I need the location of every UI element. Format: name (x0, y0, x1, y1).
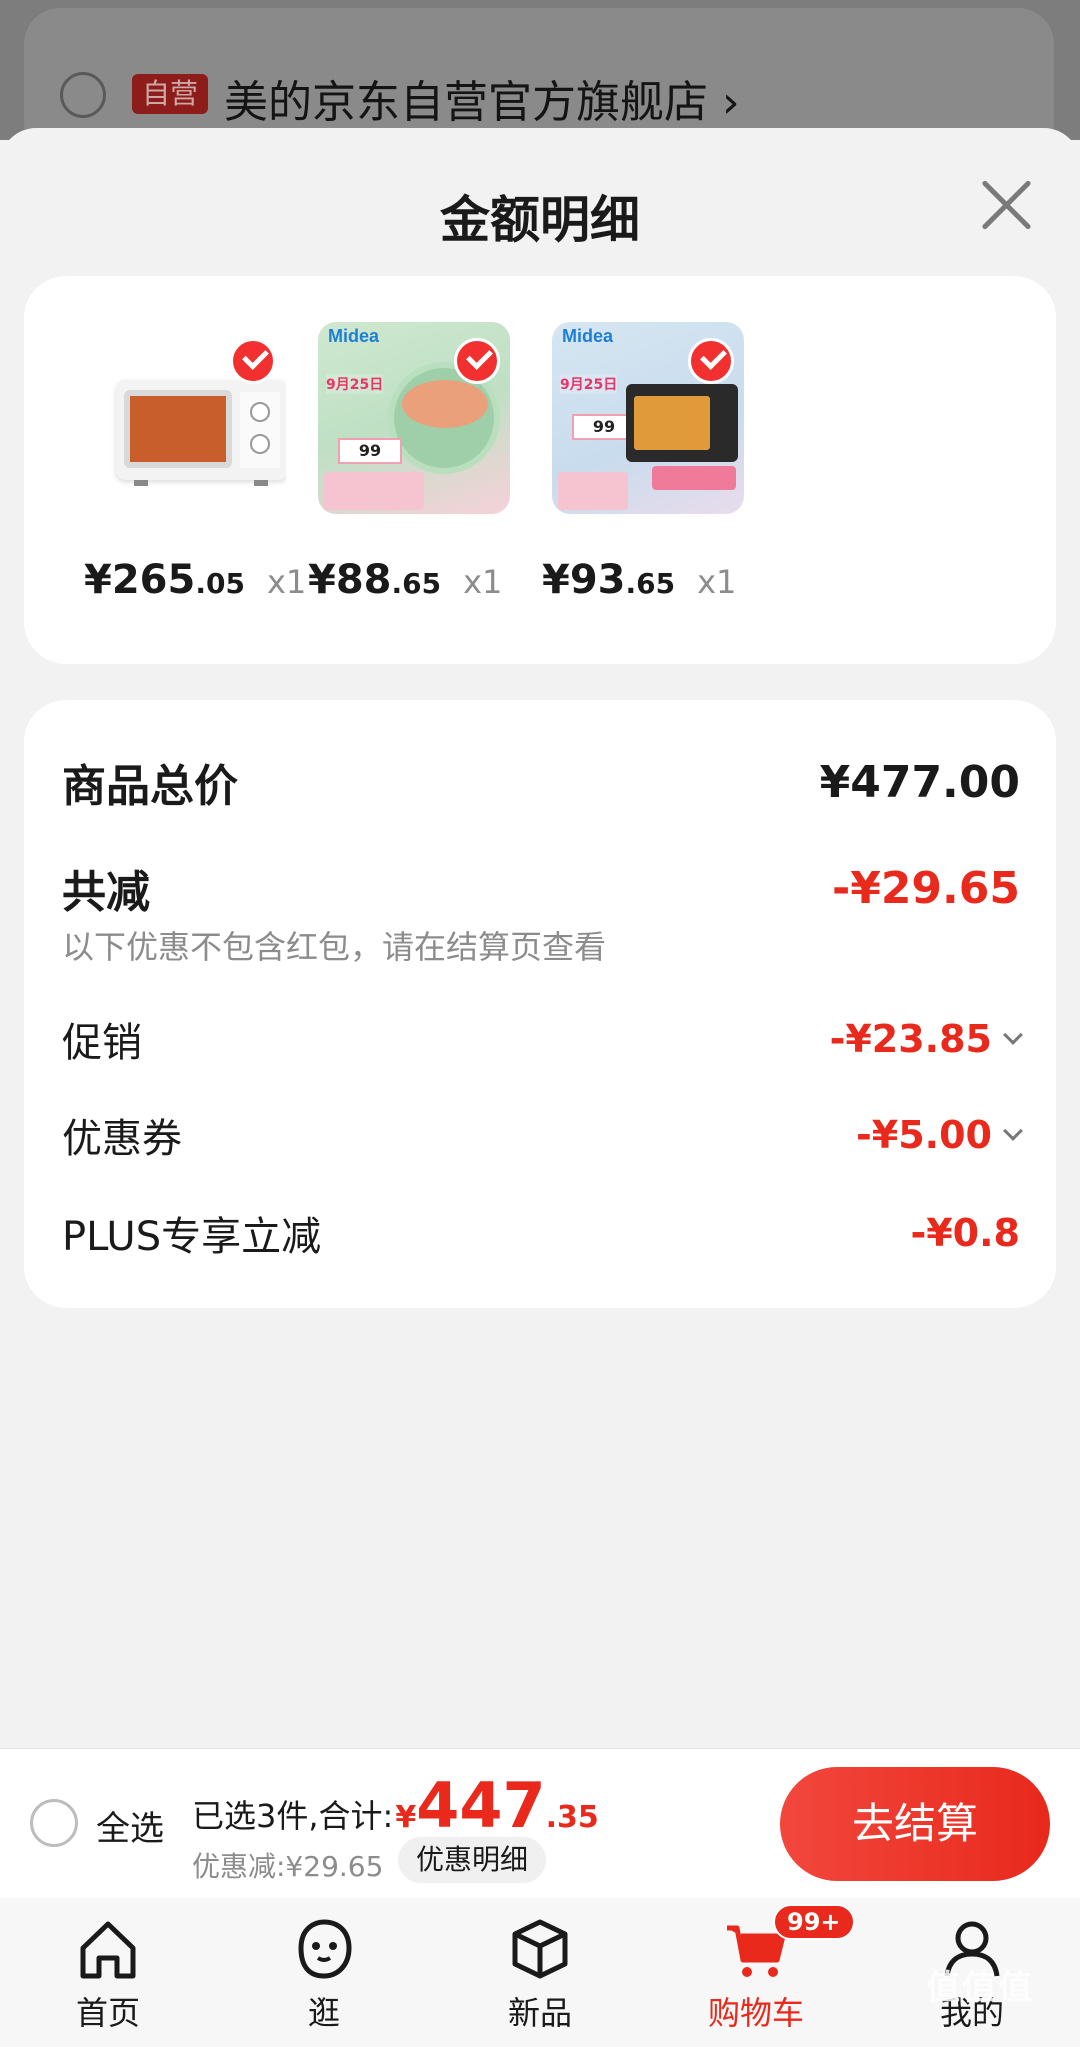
checkout-bar: 全选 已选3件,合计: ¥ 447 .35 优惠减:¥29.65 优惠明细 去结… (0, 1748, 1080, 1898)
promo-row[interactable]: 促销 -¥23.85 (62, 1010, 1023, 1068)
close-icon[interactable] (975, 174, 1037, 236)
self-operated-badge: 自营 (132, 74, 208, 114)
checkout-button[interactable]: 去结算 (780, 1767, 1050, 1881)
total-reduce-row: 共减 -¥29.65 (62, 856, 1020, 920)
checked-icon[interactable] (688, 338, 734, 384)
product-card: ¥265.05 x1 Midea 9月25日 99 ¥88.65 x1 Midea (24, 276, 1056, 664)
select-all-label[interactable]: 全选 (96, 1801, 164, 1850)
plus-row: PLUS专享立减 -¥0.8 (62, 1204, 1020, 1262)
store-select-radio (60, 72, 106, 118)
plus-label: PLUS专享立减 (62, 1214, 322, 1260)
cart-icon: 99+ (721, 1904, 855, 1984)
total-reduce-label: 共减 (62, 867, 150, 918)
total-price-label: 商品总价 (62, 761, 238, 812)
plus-value: -¥0.8 (910, 1211, 1020, 1255)
product-price: ¥93.65 x1 (542, 557, 737, 603)
checked-icon[interactable] (454, 338, 500, 384)
bottom-tab-bar: 首页 逛 新品 99+ 购物车 我的 (0, 1898, 1080, 2047)
product-image-oven: Midea 9月25日 99 (552, 322, 744, 514)
chevron-down-icon[interactable] (1003, 1121, 1023, 1141)
select-all-radio[interactable] (30, 1799, 78, 1847)
coupon-value[interactable]: -¥5.00 (856, 1113, 1023, 1157)
price-summary-card: 商品总价 ¥477.00 共减 -¥29.65 以下优惠不包含红包，请在结算页查… (24, 700, 1056, 1308)
product-price: ¥88.65 x1 (308, 557, 503, 603)
chevron-down-icon[interactable] (1003, 1025, 1023, 1045)
tab-home[interactable]: 首页 (28, 1908, 188, 2038)
total-reduce-value: -¥29.65 (831, 862, 1020, 914)
face-icon (289, 1914, 359, 1984)
store-name: 美的京东自营官方旗舰店 › (224, 77, 740, 128)
home-icon (73, 1914, 143, 1984)
discount-detail-button[interactable]: 优惠明细 (398, 1837, 547, 1883)
discount-note: 以下优惠不包含红包，请在结算页查看 (62, 928, 607, 966)
promo-value[interactable]: -¥23.85 (830, 1017, 1023, 1061)
coupon-label: 优惠券 (62, 1116, 182, 1162)
coupon-row[interactable]: 优惠券 -¥5.00 (62, 1106, 1023, 1164)
tab-browse[interactable]: 逛 (244, 1908, 404, 2038)
product-item[interactable]: Midea 9月25日 99 ¥93.65 x1 (542, 322, 752, 603)
tab-cart[interactable]: 99+ 购物车 (676, 1904, 855, 2038)
discount-amount: 优惠减:¥29.65 (192, 1850, 384, 1883)
watermark: 值值值 (926, 1968, 1034, 2008)
sheet-title: 金额明细 (440, 191, 640, 249)
checked-icon[interactable] (230, 338, 276, 384)
product-image-hotpot: Midea 9月25日 99 (318, 322, 510, 514)
product-image-microwave (94, 322, 286, 514)
total-price-value: ¥477.00 (819, 756, 1020, 808)
cart-badge: 99+ (773, 1904, 855, 1940)
product-price: ¥265.05 x1 (84, 557, 307, 603)
tab-new[interactable]: 新品 (460, 1908, 620, 2038)
selected-total: 已选3件,合计: ¥ 447 .35 (192, 1769, 599, 1842)
product-item[interactable]: Midea 9月25日 99 ¥88.65 x1 (308, 322, 518, 603)
product-item[interactable]: ¥265.05 x1 (84, 322, 306, 603)
total-price-row: 商品总价 ¥477.00 (62, 750, 1020, 814)
cube-icon (505, 1914, 575, 1984)
promo-label: 促销 (62, 1020, 142, 1066)
